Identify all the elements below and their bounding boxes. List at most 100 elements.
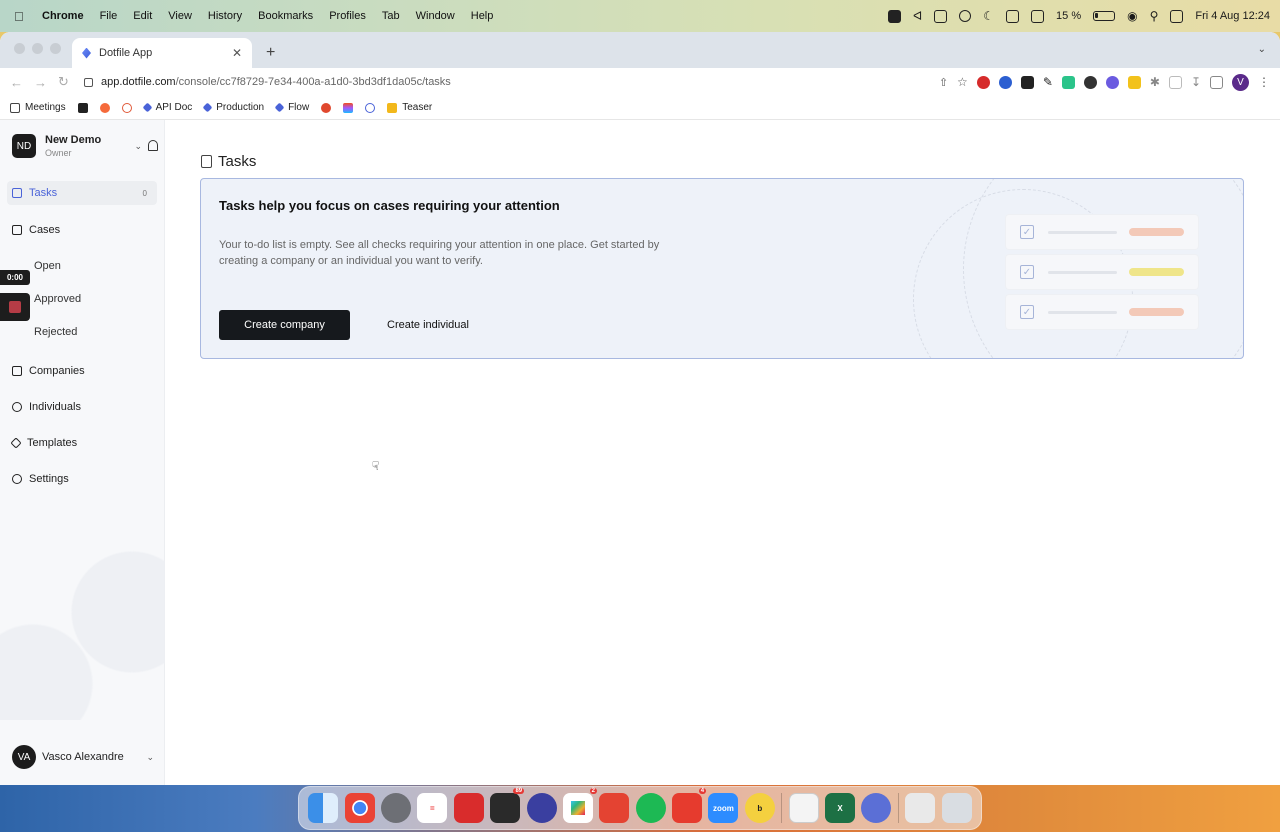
illustration-row: ✓: [1006, 255, 1198, 289]
download-icon[interactable]: ↧: [1191, 75, 1201, 89]
stop-recording-button[interactable]: [0, 293, 30, 321]
sidebar-subitem-open[interactable]: Open: [34, 260, 61, 272]
menu-window[interactable]: Window: [416, 10, 455, 22]
site-info-icon[interactable]: [84, 77, 93, 87]
todoist-icon[interactable]: [599, 793, 630, 823]
fantastical-calendar-icon[interactable]: 4: [672, 788, 707, 823]
shield-icon[interactable]: [1031, 9, 1045, 23]
reload-icon[interactable]: ↻: [58, 74, 69, 90]
fantastical-icon[interactable]: =: [417, 793, 448, 823]
address-bar[interactable]: app.dotfile.com/console/cc7f8729-7e34-40…: [84, 76, 451, 88]
bookmark-production[interactable]: Production: [202, 102, 264, 113]
password-manager-icon[interactable]: [998, 75, 1012, 89]
organization-switcher[interactable]: ND New Demo Owner ⌄: [12, 134, 158, 158]
close-tab-icon[interactable]: ✕: [232, 46, 242, 60]
menu-profiles[interactable]: Profiles: [329, 10, 366, 22]
menubar-clock[interactable]: Fri 4 Aug 12:24: [1195, 10, 1270, 22]
menu-help[interactable]: Help: [471, 10, 494, 22]
user-menu[interactable]: VA Vasco Alexandre ⌄: [12, 745, 154, 769]
bookmark-flow[interactable]: Flow: [274, 102, 309, 113]
extension-red-icon[interactable]: [976, 75, 990, 89]
flower-app-icon[interactable]: [861, 793, 892, 823]
new-tab-button[interactable]: +: [266, 44, 275, 62]
profile-avatar[interactable]: V: [1232, 73, 1249, 91]
bookmark-red-app[interactable]: [321, 102, 332, 113]
browser-tab-dotfile[interactable]: Dotfile App ✕: [72, 38, 252, 68]
bookmark-figma[interactable]: [343, 102, 354, 113]
spotlight-search-icon[interactable]: ⚲: [1150, 9, 1159, 23]
sidebar-item-settings[interactable]: Settings: [7, 467, 157, 491]
window-icon[interactable]: [934, 9, 948, 23]
tab-search-chevron-icon[interactable]: ⌄: [1258, 44, 1266, 55]
more-menu-icon[interactable]: ⋮: [1258, 75, 1270, 89]
moon-icon[interactable]: ☾: [983, 9, 994, 23]
apple-icon[interactable]: : [14, 9, 32, 24]
bookmark-teaser[interactable]: Teaser: [387, 102, 432, 113]
extension-outline-icon[interactable]: [1168, 75, 1182, 89]
extension-coin-icon[interactable]: [1083, 75, 1097, 89]
chevron-down-icon[interactable]: ⌄: [134, 141, 142, 152]
page-title: Tasks: [201, 153, 256, 170]
excel-icon[interactable]: X: [825, 793, 856, 823]
chevron-down-icon[interactable]: ⌄: [146, 752, 154, 763]
bookmark-c-app[interactable]: [77, 102, 88, 113]
finder-icon[interactable]: [308, 793, 339, 823]
sidebar-subitem-rejected[interactable]: Rejected: [34, 326, 77, 338]
bookmark-compass[interactable]: [121, 102, 132, 113]
bookmark-star-icon[interactable]: ☆: [957, 75, 968, 89]
minimize-window-button[interactable]: [32, 43, 43, 54]
layers-app-icon[interactable]: 89: [490, 788, 525, 823]
bookmark-hubspot[interactable]: [99, 102, 110, 113]
control-center-icon[interactable]: [1170, 9, 1184, 23]
sidebar-item-companies[interactable]: Companies: [7, 359, 157, 383]
bell-icon[interactable]: [148, 140, 158, 151]
wifi-icon[interactable]: ◉: [1127, 9, 1137, 23]
puzzle-extensions-icon[interactable]: ✱: [1150, 75, 1160, 89]
share-icon[interactable]: ⇧: [939, 76, 948, 89]
create-individual-button[interactable]: Create individual: [376, 310, 480, 340]
downloads-stack-icon[interactable]: [905, 793, 936, 823]
extension-purple-icon[interactable]: [1105, 75, 1119, 89]
menu-history[interactable]: History: [208, 10, 242, 22]
trash-icon[interactable]: [941, 793, 972, 823]
keyboard-app-icon[interactable]: [888, 9, 902, 23]
textedit-icon[interactable]: [788, 793, 819, 823]
chrome-icon[interactable]: [344, 793, 375, 823]
battery-icon[interactable]: [1093, 11, 1116, 21]
sidebar-item-templates[interactable]: Templates: [7, 431, 157, 455]
linear-icon[interactable]: [526, 793, 557, 823]
menu-file[interactable]: File: [100, 10, 118, 22]
bookmark-meetings[interactable]: Meetings: [10, 102, 66, 113]
back-arrow-icon[interactable]: ←: [10, 75, 23, 90]
spotify-icon[interactable]: [635, 793, 666, 823]
extension-dark-icon[interactable]: [1020, 75, 1034, 89]
menu-view[interactable]: View: [168, 10, 192, 22]
extension-green-icon[interactable]: [1061, 75, 1075, 89]
bookmark-api-doc[interactable]: API Doc: [142, 102, 192, 113]
screen-mirror-icon[interactable]: [1006, 9, 1020, 23]
sidebar-subitem-approved[interactable]: Approved: [34, 293, 81, 305]
dotfile-bookmark-icon: [274, 102, 285, 113]
menu-tab[interactable]: Tab: [382, 10, 400, 22]
sidebar-item-tasks[interactable]: Tasks 0: [7, 181, 157, 205]
b-app-icon[interactable]: b: [744, 793, 775, 823]
create-company-button[interactable]: Create company: [219, 310, 350, 340]
play-icon[interactable]: [959, 10, 972, 22]
forward-arrow-icon[interactable]: →: [34, 75, 47, 90]
zoom-window-button[interactable]: [50, 43, 61, 54]
zoom-icon[interactable]: zoom: [708, 793, 739, 823]
menu-app[interactable]: Chrome: [42, 10, 84, 22]
menu-edit[interactable]: Edit: [133, 10, 152, 22]
side-panel-icon[interactable]: [1210, 75, 1223, 89]
system-settings-icon[interactable]: [380, 793, 411, 823]
bookmark-search-app[interactable]: [365, 102, 376, 113]
slack-icon[interactable]: 2: [562, 788, 597, 823]
sidebar-item-cases[interactable]: Cases: [7, 218, 157, 242]
pen-extension-icon[interactable]: ✎: [1043, 75, 1053, 89]
close-window-button[interactable]: [14, 43, 25, 54]
bluetooth-icon[interactable]: ᐊ: [913, 9, 922, 23]
sidebar-item-individuals[interactable]: Individuals: [7, 395, 157, 419]
extension-yellow-icon[interactable]: [1127, 75, 1141, 89]
menu-bookmarks[interactable]: Bookmarks: [258, 10, 313, 22]
red-app-icon[interactable]: [453, 793, 484, 823]
